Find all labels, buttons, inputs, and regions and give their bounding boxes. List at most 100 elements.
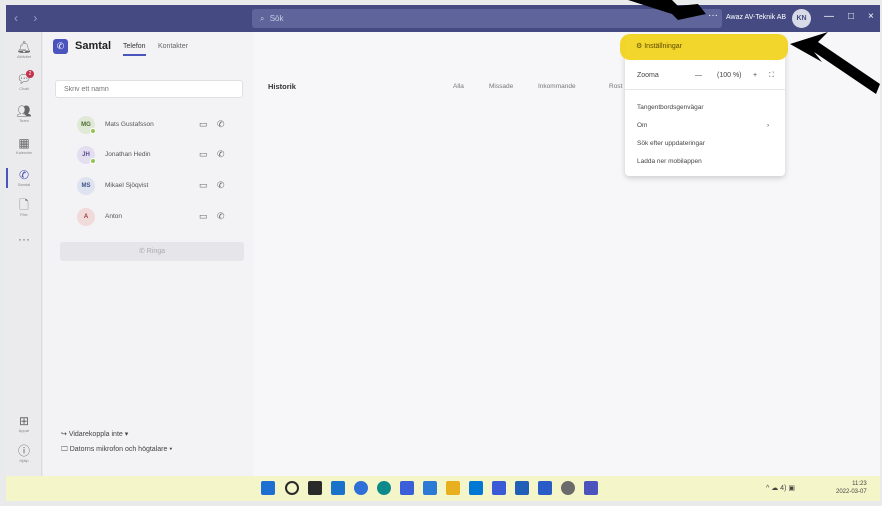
- mail-icon[interactable]: [400, 481, 414, 495]
- dial-name-input[interactable]: [55, 80, 243, 98]
- rail-files[interactable]: 🗋 Filer: [6, 198, 42, 217]
- contact-row[interactable]: MG Mats Gustafsson ▭ ✆: [77, 116, 237, 136]
- maximize-button[interactable]: □: [848, 11, 854, 22]
- avatar: A: [77, 208, 95, 226]
- phone-call-icon[interactable]: ✆: [217, 119, 225, 130]
- rail-label: Team: [19, 118, 29, 123]
- edge-icon[interactable]: [377, 481, 391, 495]
- gear-icon: ⚙: [636, 43, 645, 50]
- search-icon[interactable]: [285, 481, 299, 495]
- contact-name: Anton: [105, 213, 122, 220]
- file-icon: 🗋: [19, 198, 29, 212]
- organization-name[interactable]: Awaz AV-Teknik AB: [726, 14, 786, 21]
- close-button[interactable]: ×: [868, 11, 874, 22]
- fullscreen-icon[interactable]: ⛶: [769, 72, 774, 80]
- forward-label: Vidarekoppla inte: [68, 431, 123, 438]
- menu-keyboard-shortcuts[interactable]: Tangentbordsgenvägar: [637, 104, 704, 111]
- avatar: MS: [77, 177, 95, 195]
- rail-chat[interactable]: 💬︎ 2 Chatt: [6, 70, 42, 91]
- chat-app-icon[interactable]: [354, 481, 368, 495]
- video-call-icon[interactable]: ▭: [199, 211, 208, 222]
- widgets-icon[interactable]: [331, 481, 345, 495]
- calls-app-icon: ✆: [53, 39, 68, 54]
- zoom-label: Zooma: [637, 72, 659, 79]
- menu-divider: [625, 89, 785, 90]
- filter-voicemail[interactable]: Rost: [609, 83, 622, 90]
- video-call-icon[interactable]: ▭: [199, 149, 208, 160]
- more-options-button[interactable]: ···: [708, 10, 718, 21]
- chat-icon: 💬︎: [16, 72, 32, 86]
- chevron-right-icon: ›: [767, 122, 770, 129]
- menu-settings[interactable]: ⚙ Inställningar: [636, 42, 682, 50]
- title-bar: ‹ › ⌕ Sök ··· Awaz AV-Teknik AB KN — □ ×: [6, 5, 880, 32]
- contact-name: Jonathan Hedin: [105, 151, 151, 158]
- start-icon[interactable]: [261, 481, 275, 495]
- clock-date: 2022-03-07: [836, 489, 867, 495]
- annotation-arrow-right: [790, 32, 880, 94]
- settings-app-icon[interactable]: [561, 481, 575, 495]
- device-icon: 🖵︎: [61, 446, 70, 453]
- main-content: Historik Alla Missade Inkommande Rost: [253, 32, 880, 476]
- chevron-down-icon: ▾: [122, 431, 129, 438]
- teams-icon[interactable]: [584, 481, 598, 495]
- rail-label: Hjälp: [19, 458, 29, 463]
- more-icon: ···: [18, 232, 30, 246]
- rail-calendar[interactable]: ▦ Kalender: [6, 136, 42, 155]
- contact-name: Mats Gustafsson: [105, 121, 154, 128]
- rail-calls[interactable]: ✆ Samtal: [6, 168, 42, 188]
- zoom-out-button[interactable]: —: [695, 72, 702, 79]
- monitor-icon[interactable]: [469, 481, 483, 495]
- contact-name: Mikael Sjöqvist: [105, 182, 149, 189]
- tab-contacts[interactable]: Kontakter: [158, 43, 188, 50]
- contact-row[interactable]: A Anton ▭ ✆: [77, 208, 237, 228]
- help-icon: ⓘ: [17, 444, 30, 458]
- forward-icon: ↪: [61, 431, 69, 438]
- phone-call-icon[interactable]: ✆: [217, 149, 225, 160]
- menu-about[interactable]: Om: [637, 122, 647, 129]
- phone-call-icon[interactable]: ✆: [217, 180, 225, 191]
- store-icon[interactable]: [515, 481, 529, 495]
- rail-apps[interactable]: ⊞ Appar: [6, 414, 42, 433]
- back-forward-buttons[interactable]: ‹ ›: [14, 11, 43, 25]
- video-call-icon[interactable]: ▭: [199, 180, 208, 191]
- contact-row[interactable]: JH Jonathan Hedin ▭ ✆: [77, 146, 237, 166]
- annotation-arrow-top: [628, 0, 706, 20]
- zoom-in-button[interactable]: +: [753, 72, 757, 79]
- filter-incoming[interactable]: Inkommande: [538, 83, 576, 90]
- rail-label: Aktivitet: [16, 54, 31, 59]
- call-button[interactable]: ✆ Ringa: [60, 242, 244, 261]
- clock[interactable]: 11:23 2022-03-07: [836, 480, 867, 496]
- rail-more[interactable]: ···: [6, 232, 42, 246]
- page-title: Samtal: [75, 40, 112, 52]
- phone-icon: ✆: [18, 168, 30, 182]
- menu-check-updates[interactable]: Sök efter uppdateringar: [637, 140, 705, 147]
- video-call-icon[interactable]: ▭: [199, 119, 208, 130]
- call-forward-setting[interactable]: ↪ Vidarekoppla inte ▾: [61, 430, 128, 438]
- presence-icon: [90, 158, 96, 164]
- tab-phone[interactable]: Telefon: [123, 43, 146, 56]
- app-icon[interactable]: [492, 481, 506, 495]
- system-tray[interactable]: ^ ☁ 4) ▣: [766, 484, 795, 492]
- file-explorer-icon[interactable]: [446, 481, 460, 495]
- phone-call-icon[interactable]: ✆: [217, 211, 225, 222]
- apps-icon: ⊞: [18, 414, 30, 428]
- search-icon: ⌕: [260, 14, 265, 23]
- calculator-icon[interactable]: [423, 481, 437, 495]
- filter-missed[interactable]: Missade: [489, 83, 513, 90]
- rail-teams[interactable]: 👥︎ Team: [6, 104, 42, 123]
- device-label: Datorns mikrofon och högtalare: [69, 446, 168, 453]
- rail-activity[interactable]: 🔔︎ Aktivitet: [6, 40, 42, 59]
- rail-label: Chatt: [19, 86, 29, 91]
- rail-help[interactable]: ⓘ Hjälp: [6, 444, 42, 463]
- rail-label: Kalender: [15, 150, 32, 155]
- audio-device-setting[interactable]: 🖵︎ Datorns mikrofon och högtalare ▾: [61, 446, 172, 454]
- contact-row[interactable]: MS Mikael Sjöqvist ▭ ✆: [77, 177, 237, 197]
- user-avatar[interactable]: KN: [792, 9, 811, 28]
- call-button-label: Ringa: [146, 248, 166, 255]
- filter-all[interactable]: Alla: [453, 83, 464, 90]
- task-view-icon[interactable]: [308, 481, 322, 495]
- word-icon[interactable]: [538, 481, 552, 495]
- minimize-button[interactable]: —: [824, 11, 834, 22]
- windows-taskbar: ^ ☁ 4) ▣ 11:23 2022-03-07: [6, 476, 880, 501]
- menu-download-mobile[interactable]: Ladda ner mobilappen: [637, 158, 702, 165]
